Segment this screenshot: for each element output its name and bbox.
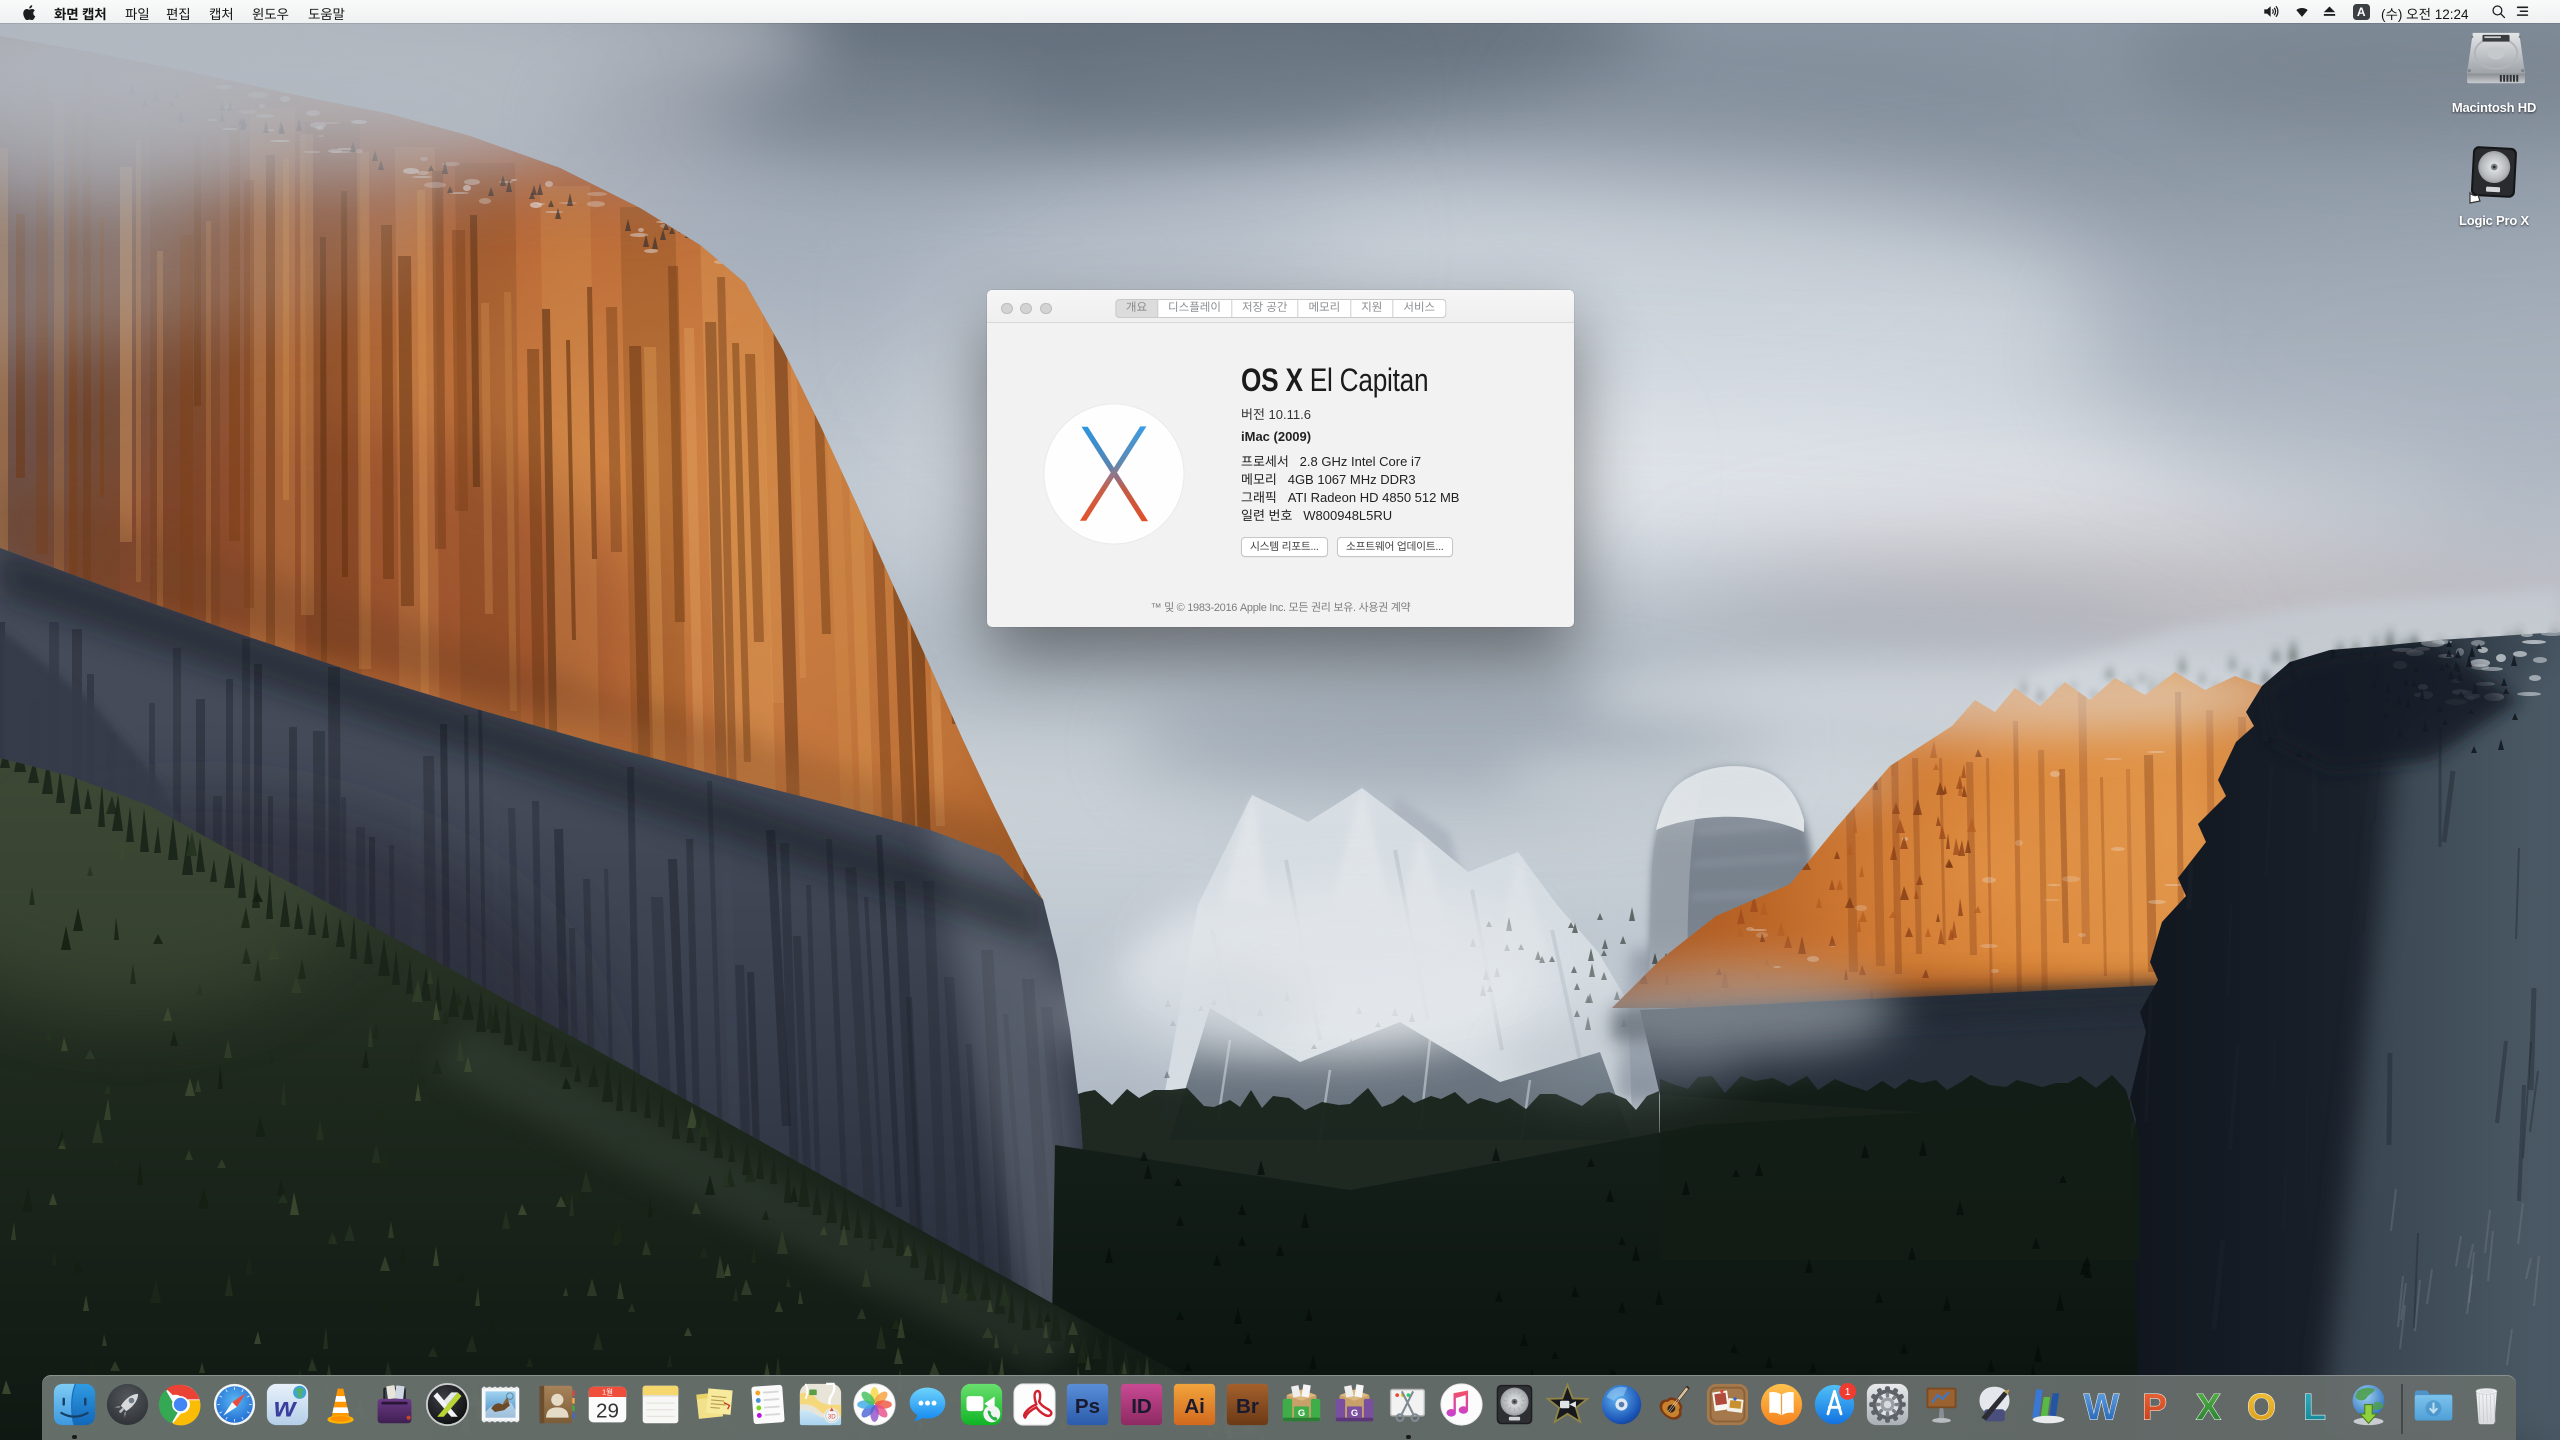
svg-text:29: 29 bbox=[596, 1400, 619, 1423]
svg-text:Ps: Ps bbox=[1075, 1395, 1100, 1418]
svg-text:O: O bbox=[2247, 1386, 2276, 1428]
svg-text:X: X bbox=[2195, 1386, 2220, 1428]
svg-text:W: W bbox=[2084, 1386, 2120, 1428]
svg-text:Ai: Ai bbox=[1184, 1395, 1205, 1418]
svg-text:1월: 1월 bbox=[602, 1387, 613, 1397]
svg-text:w: w bbox=[274, 1392, 298, 1423]
svg-text:L: L bbox=[2303, 1386, 2326, 1428]
svg-text:G: G bbox=[1297, 1408, 1304, 1418]
svg-text:ID: ID bbox=[1131, 1395, 1152, 1418]
svg-text:Br: Br bbox=[1236, 1395, 1259, 1418]
svg-text:3D: 3D bbox=[828, 1414, 836, 1421]
svg-text:G: G bbox=[1351, 1408, 1358, 1418]
svg-text:P: P bbox=[2142, 1386, 2167, 1428]
svg-text:1: 1 bbox=[1845, 1387, 1851, 1398]
